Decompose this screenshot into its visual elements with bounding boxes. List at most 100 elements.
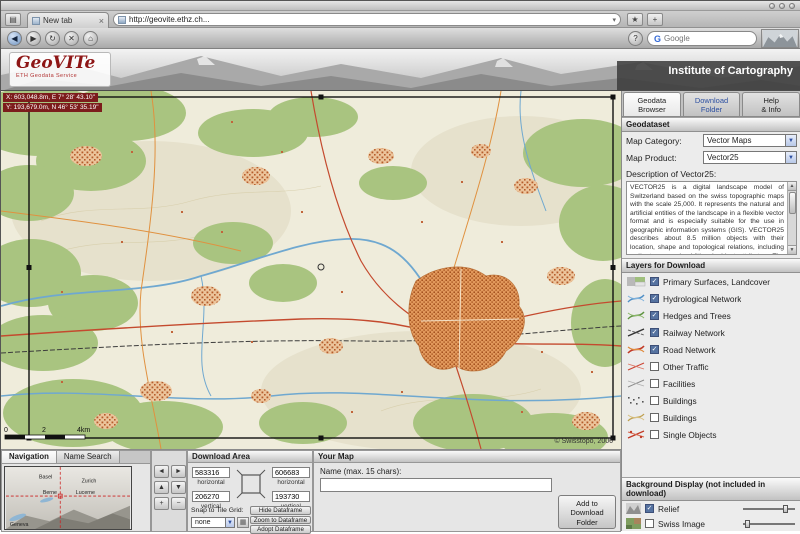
map-canvas[interactable]: 0 2 4km © Swisstopo, 2006 bbox=[1, 91, 621, 449]
address-bar[interactable]: ▾ bbox=[113, 13, 621, 26]
tab-favicon bbox=[32, 16, 40, 25]
tab-label: Download bbox=[694, 96, 729, 105]
layer-row: Buildings bbox=[622, 392, 800, 409]
layer-checkbox[interactable] bbox=[650, 277, 659, 286]
window-titlebar bbox=[1, 1, 800, 11]
chevron-down-icon[interactable]: ▼ bbox=[225, 518, 234, 527]
zoom-to-dataframe-button[interactable]: Zoom to Dataframe bbox=[250, 515, 311, 525]
pan-up-icon[interactable]: ▲ bbox=[154, 481, 169, 494]
snap-to-tile-grid-select[interactable]: none ▼ bbox=[191, 517, 235, 528]
web-search-box[interactable]: G bbox=[647, 31, 757, 46]
browser-tab[interactable]: New tab × bbox=[27, 12, 109, 28]
sidebar-toggle-icon[interactable]: ▤ bbox=[5, 13, 21, 26]
pan-right-icon[interactable]: ► bbox=[171, 465, 186, 478]
map-name-input[interactable] bbox=[320, 478, 552, 492]
add-to-download-folder-button[interactable]: Add to Download Folder bbox=[558, 495, 616, 529]
chevron-down-icon[interactable]: ▼ bbox=[785, 135, 796, 146]
window-controls[interactable] bbox=[769, 3, 795, 9]
relief-checkbox[interactable] bbox=[645, 504, 654, 513]
slider-thumb[interactable] bbox=[782, 504, 788, 513]
layer-row: Road Network bbox=[622, 341, 800, 358]
logo-subtitle: ETH Geodata Service bbox=[16, 72, 78, 79]
map-category-value: Vector Maps bbox=[707, 136, 752, 145]
zoom-out-icon[interactable]: − bbox=[171, 497, 186, 510]
tab-name-search[interactable]: Name Search bbox=[56, 451, 120, 463]
tab-download-folder[interactable]: Download Folder bbox=[682, 92, 741, 116]
tab-geodata-browser[interactable]: Geodata Browser bbox=[623, 92, 681, 116]
swissimage-checkbox[interactable] bbox=[645, 519, 654, 528]
map-viewport[interactable]: 0 2 4km © Swisstopo, 2006 X: 603,048.8m,… bbox=[1, 91, 621, 449]
tab-close-icon[interactable]: × bbox=[99, 16, 104, 26]
layer-checkbox[interactable] bbox=[650, 294, 659, 303]
swissimage-opacity-slider[interactable] bbox=[743, 519, 795, 528]
scrollbar-thumb[interactable] bbox=[789, 192, 796, 214]
layer-checkbox[interactable] bbox=[650, 413, 659, 422]
home-icon[interactable]: ⌂ bbox=[83, 31, 98, 46]
buildings-dots-icon bbox=[628, 397, 644, 405]
forward-icon[interactable]: ▶ bbox=[26, 31, 41, 46]
railway-lines-icon bbox=[627, 328, 645, 337]
layer-checkbox[interactable] bbox=[650, 362, 659, 371]
scroll-up-icon[interactable]: ▲ bbox=[788, 182, 796, 191]
layer-label: Buildings bbox=[663, 395, 697, 406]
hide-dataframe-button[interactable]: Hide Dataframe bbox=[250, 506, 311, 515]
coord-west-input[interactable] bbox=[192, 467, 230, 478]
chevron-down-icon[interactable]: ▼ bbox=[785, 152, 796, 163]
overview-map[interactable]: Basel Zurich Lucerne Berne Geneva bbox=[4, 466, 132, 530]
download-area-title: Download Area bbox=[188, 451, 312, 463]
pan-down-icon[interactable]: ▼ bbox=[171, 481, 186, 494]
description-box: VECTOR25 is a digital landscape model of… bbox=[626, 181, 797, 255]
slider-thumb[interactable] bbox=[745, 519, 751, 528]
coord-south-input[interactable] bbox=[272, 491, 310, 502]
layers-header: Layers for Download bbox=[622, 258, 800, 273]
snap-value: none bbox=[195, 519, 211, 526]
url-dropdown-icon[interactable]: ▾ bbox=[612, 16, 616, 24]
background-display-section: Background Display (not included in down… bbox=[622, 477, 800, 531]
relief-label: Relief bbox=[658, 503, 680, 514]
layer-checkbox[interactable] bbox=[650, 328, 659, 337]
map-category-select[interactable]: Vector Maps ▼ bbox=[703, 134, 797, 147]
bookmark-icon[interactable]: ★ bbox=[627, 13, 643, 26]
relief-opacity-slider[interactable] bbox=[743, 504, 795, 513]
window-close-button[interactable] bbox=[789, 3, 795, 9]
url-input[interactable] bbox=[129, 15, 610, 24]
tab-help-info[interactable]: Help & Info bbox=[742, 92, 800, 116]
layer-checkbox[interactable] bbox=[650, 396, 659, 405]
toolbar-theme-image bbox=[761, 29, 799, 48]
map-copyright: © Swisstopo, 2006 bbox=[555, 437, 614, 445]
layer-checkbox[interactable] bbox=[650, 379, 659, 388]
svg-text:0: 0 bbox=[4, 427, 8, 434]
back-icon[interactable]: ◀ bbox=[7, 31, 22, 46]
geovite-logo: GeoVITe ETH Geodata Service bbox=[9, 52, 111, 87]
description-scrollbar[interactable]: ▲ ▼ bbox=[787, 182, 796, 254]
window-minimize-button[interactable] bbox=[769, 3, 775, 9]
web-search-input[interactable] bbox=[664, 34, 750, 43]
coord-north-input[interactable] bbox=[192, 491, 230, 502]
tile-grid-icon[interactable]: ▦ bbox=[237, 517, 249, 528]
scroll-down-icon[interactable]: ▼ bbox=[788, 245, 796, 254]
map-product-select[interactable]: Vector25 ▼ bbox=[703, 151, 797, 164]
layer-row: Buildings bbox=[622, 409, 800, 426]
city-label-basel: Basel bbox=[39, 475, 52, 481]
layer-label: Other Traffic bbox=[663, 361, 709, 372]
zoom-in-icon[interactable]: + bbox=[154, 497, 169, 510]
layer-checkbox[interactable] bbox=[650, 430, 659, 439]
reload-icon[interactable]: ↻ bbox=[45, 31, 60, 46]
coord-east-input[interactable] bbox=[272, 467, 310, 478]
svg-text:2: 2 bbox=[42, 427, 46, 434]
slider-track bbox=[743, 522, 795, 525]
add-tab-icon[interactable]: + bbox=[647, 13, 663, 26]
layer-checkbox[interactable] bbox=[650, 345, 659, 354]
tab-navigation[interactable]: Navigation bbox=[2, 451, 57, 463]
site-favicon bbox=[118, 15, 126, 24]
description-text: VECTOR25 is a digital landscape model of… bbox=[630, 184, 784, 254]
pan-left-icon[interactable]: ◄ bbox=[154, 465, 169, 478]
layer-checkbox[interactable] bbox=[650, 311, 659, 320]
background-display-header: Background Display (not included in down… bbox=[622, 477, 800, 501]
adopt-dataframe-button[interactable]: Adopt Dataframe bbox=[250, 525, 311, 534]
layer-row: Hydrological Network bbox=[622, 290, 800, 307]
layer-row: Hedges and Trees bbox=[622, 307, 800, 324]
stop-icon[interactable]: ✕ bbox=[64, 31, 79, 46]
window-maximize-button[interactable] bbox=[779, 3, 785, 9]
help-icon[interactable]: ? bbox=[628, 31, 643, 46]
